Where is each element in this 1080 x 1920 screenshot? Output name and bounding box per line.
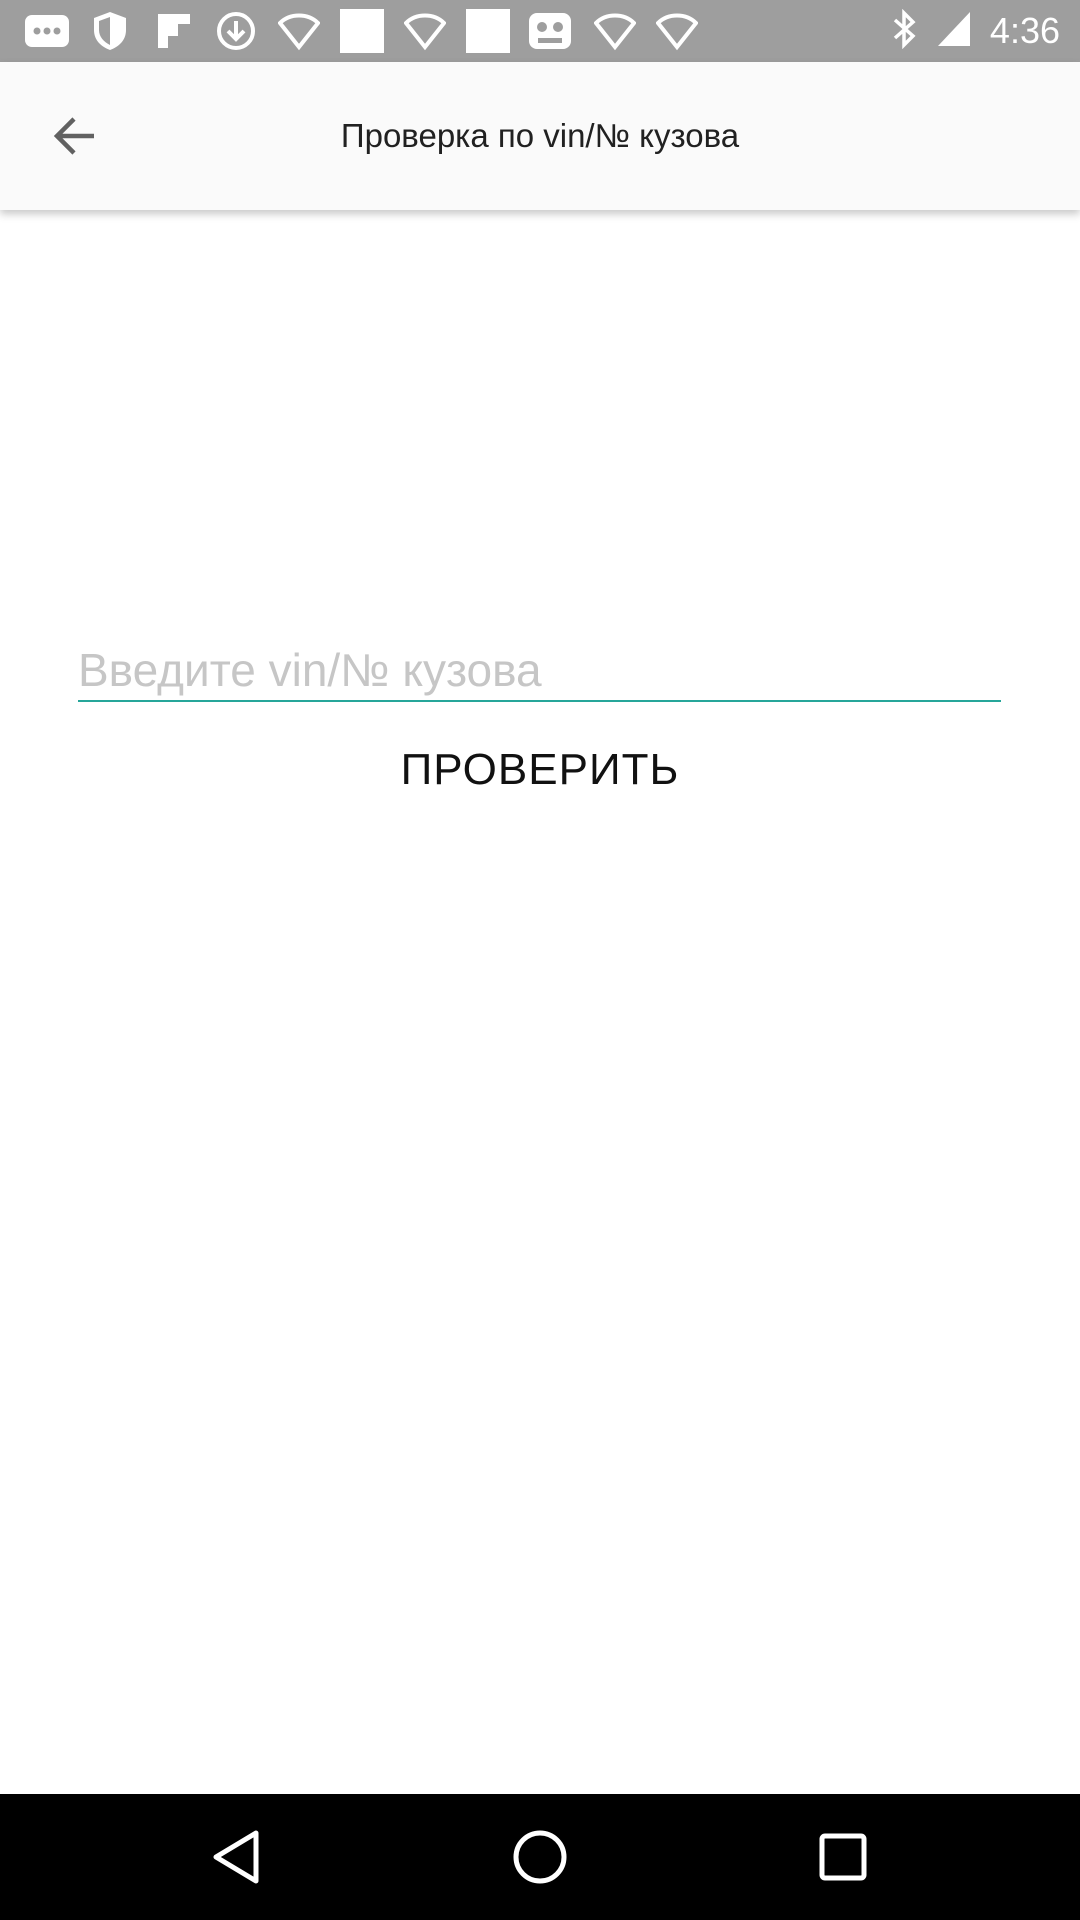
check-button[interactable]: ПРОВЕРИТЬ xyxy=(340,730,740,810)
signal-icon xyxy=(936,10,972,53)
square-icon xyxy=(340,9,384,53)
wifi-icon xyxy=(278,11,320,51)
shield-icon xyxy=(92,11,128,51)
wifi-icon xyxy=(594,11,636,51)
vin-input[interactable] xyxy=(78,640,1001,702)
app-bar: Проверка по vin/№ кузова xyxy=(0,62,1080,210)
home-circle-icon xyxy=(513,1830,567,1884)
status-time: 4:36 xyxy=(989,10,1060,51)
game-icon xyxy=(528,11,572,51)
navigation-bar xyxy=(0,1794,1080,1920)
square-icon xyxy=(466,9,510,53)
status-bar: 4:36 xyxy=(0,0,1080,62)
bluetooth-icon xyxy=(892,8,918,54)
status-right-group: 4:36 xyxy=(892,0,1060,62)
nav-recents-button[interactable] xyxy=(803,1817,883,1897)
wifi-icon xyxy=(656,11,698,51)
page-title: Проверка по vin/№ кузова xyxy=(340,117,740,154)
more-notifications-icon xyxy=(24,11,70,51)
download-icon xyxy=(216,11,256,51)
nav-back-button[interactable] xyxy=(196,1817,276,1897)
recents-square-icon xyxy=(819,1833,867,1881)
nav-home-button[interactable] xyxy=(500,1817,580,1897)
wifi-icon xyxy=(404,11,446,51)
back-triangle-icon xyxy=(213,1830,259,1884)
flipboard-icon xyxy=(156,11,192,51)
